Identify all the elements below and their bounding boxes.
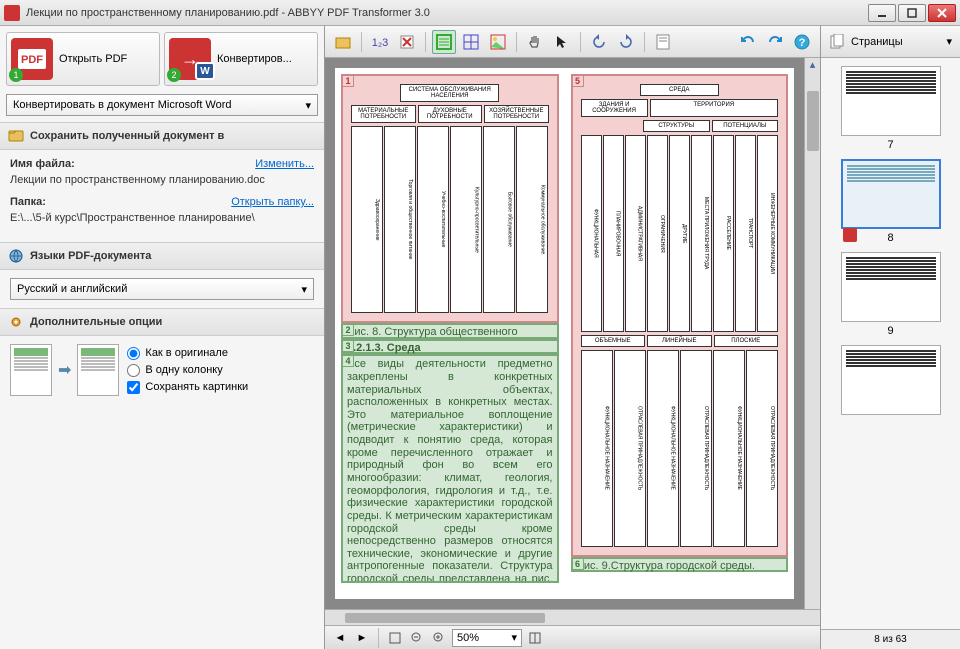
left-panel: PDF Открыть PDF W Конвертиров... Конверт…	[0, 26, 325, 649]
zoom-out-icon[interactable]	[408, 629, 426, 647]
section-save-header: Сохранить полученный документ в	[0, 122, 324, 150]
open-pdf-icon: PDF	[11, 38, 53, 80]
recognized-badge-icon	[843, 228, 857, 242]
open-pdf-label: Открыть PDF	[59, 53, 127, 65]
save-icon	[8, 128, 24, 144]
convert-label: Конвертиров...	[217, 53, 292, 65]
text-region-icon[interactable]	[432, 30, 456, 54]
filename-change-link[interactable]: Изменить...	[255, 158, 314, 170]
center-area: 1₂3 ? 1	[325, 26, 820, 649]
open-icon[interactable]	[331, 30, 355, 54]
properties-icon[interactable]	[651, 30, 675, 54]
fit-width-icon[interactable]	[386, 629, 404, 647]
region-body: 4 Все виды деятельности предметно закреп…	[341, 354, 559, 582]
folder-open-link[interactable]: Открыть папку...	[231, 196, 314, 208]
word-badge-icon: W	[195, 62, 215, 80]
window-title: Лекции по пространственному планированию…	[26, 7, 868, 19]
renumber-icon[interactable]: 1₂3	[368, 30, 392, 54]
layout-preview-thumbs: ➡	[10, 344, 119, 396]
pages-title: Страницы	[851, 36, 903, 48]
chevron-down-icon: ▾	[305, 99, 311, 112]
chevron-down-icon: ▾	[946, 35, 952, 48]
pages-icon	[829, 34, 845, 50]
document-view[interactable]: 1 СИСТЕМА ОБСЛУЖИВАНИЯ НАСЕЛЕНИЯ МАТЕРИА…	[325, 58, 820, 609]
pages-panel: Страницы ▾ 7 8 9 8 из 63	[820, 26, 960, 649]
undo-icon[interactable]	[736, 30, 760, 54]
toolbar: 1₂3 ?	[325, 26, 820, 58]
prev-page-icon[interactable]: ◄	[331, 629, 349, 647]
image-region-icon[interactable]	[486, 30, 510, 54]
section-opts-header: Дополнительные опции	[0, 308, 324, 336]
region-number: 1	[342, 75, 354, 87]
page-thumb-9[interactable]: 9	[841, 252, 941, 337]
convert-button[interactable]: W Конвертиров...	[164, 32, 318, 86]
svg-text:1₂3: 1₂3	[372, 37, 389, 49]
folder-label: Папка:	[10, 196, 46, 208]
page-thumb-10[interactable]	[841, 345, 941, 415]
rotate-left-icon[interactable]	[587, 30, 611, 54]
zoom-in-icon[interactable]	[430, 629, 448, 647]
svg-text:PDF: PDF	[21, 54, 43, 66]
bottom-bar: ◄ ► 50% ▾	[325, 625, 820, 649]
minimize-button[interactable]	[868, 4, 896, 22]
folder-value: E:\...\5-й курс\Пространственное планиро…	[10, 212, 314, 224]
maximize-button[interactable]	[898, 4, 926, 22]
convert-target-value: Конвертировать в документ Microsoft Word	[13, 99, 232, 111]
filename-label: Имя файла:	[10, 158, 75, 170]
chevron-down-icon: ▾	[511, 631, 517, 644]
chevron-down-icon: ▾	[301, 283, 307, 296]
open-pdf-button[interactable]: PDF Открыть PDF	[6, 32, 160, 86]
page-counter: 8 из 63	[821, 629, 960, 649]
vertical-scrollbar[interactable]: ▴	[804, 58, 820, 609]
filename-value: Лекции по пространственному планированию…	[10, 174, 314, 186]
app-icon	[4, 5, 20, 21]
arrow-right-icon: ➡	[58, 360, 71, 380]
layout-original-radio[interactable]: Как в оригинале	[127, 347, 248, 360]
close-button[interactable]	[928, 4, 956, 22]
keep-images-check[interactable]: Сохранять картинки	[127, 381, 248, 394]
gear-icon	[8, 314, 24, 330]
next-page-icon[interactable]: ►	[353, 629, 371, 647]
zoom-combo[interactable]: 50% ▾	[452, 629, 522, 647]
table-region-icon[interactable]	[459, 30, 483, 54]
svg-text:?: ?	[799, 37, 806, 49]
pointer-icon[interactable]	[550, 30, 574, 54]
redo-icon[interactable]	[763, 30, 787, 54]
fit-page-icon[interactable]	[526, 629, 544, 647]
page-thumb-8[interactable]: 8	[841, 159, 941, 244]
globe-icon	[8, 248, 24, 264]
page-thumb-7[interactable]: 7	[841, 66, 941, 151]
layout-onecol-radio[interactable]: В одну колонку	[127, 364, 248, 377]
language-value: Русский и английский	[17, 283, 127, 295]
section-lang-header: Языки PDF-документа	[0, 242, 324, 270]
region-caption: 2 Рис. 8. Структура общественного обслуж…	[341, 323, 559, 339]
language-combo[interactable]: Русский и английский ▾	[10, 278, 314, 300]
help-icon[interactable]: ?	[790, 30, 814, 54]
delete-icon[interactable]	[395, 30, 419, 54]
convert-icon: W	[169, 38, 211, 80]
rotate-right-icon[interactable]	[614, 30, 638, 54]
titlebar: Лекции по пространственному планированию…	[0, 0, 960, 26]
convert-target-combo[interactable]: Конвертировать в документ Microsoft Word…	[6, 94, 318, 116]
horizontal-scrollbar[interactable]	[325, 609, 820, 625]
hand-icon[interactable]	[523, 30, 547, 54]
